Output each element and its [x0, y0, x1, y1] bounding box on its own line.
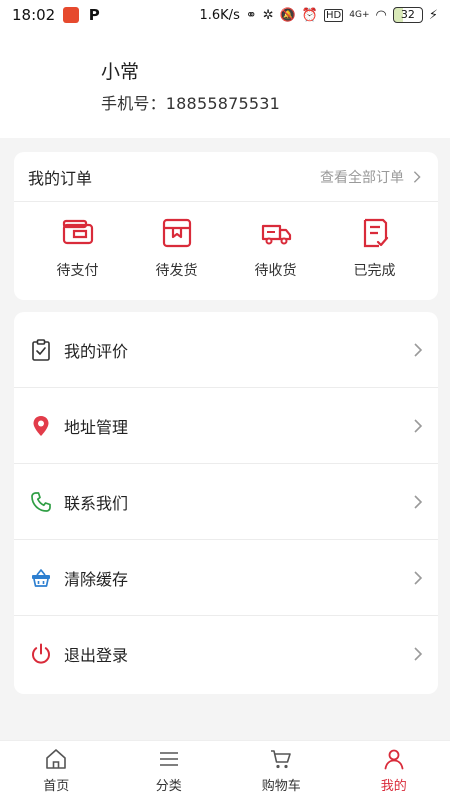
profile-name: 小常 [101, 61, 140, 83]
truck-icon [261, 224, 291, 245]
view-all-orders-label: 查看全部订单 [320, 169, 404, 186]
wallet-icon [62, 219, 93, 245]
status-right: 1.6K/s ⚭ ✲ 🔕 ⏰ HD 4G+ ◠ 32 ⚡ [199, 7, 438, 23]
signal-icon: 4G+ [349, 10, 370, 20]
order-completed[interactable]: 已完成 [333, 216, 417, 280]
menu-item-label: 退出登录 [64, 646, 129, 665]
menu-item-label: 联系我们 [64, 493, 129, 513]
orders-card: 我的订单 查看全部订单 待支付 待发货 待收货 已完成 [14, 152, 438, 300]
tab-category[interactable]: 分类 [113, 741, 226, 800]
chevron-right-icon [414, 494, 423, 509]
profile-phone: 手机号：18855875531 [101, 94, 280, 113]
orders-header: 我的订单 查看全部订单 [14, 152, 438, 202]
chevron-right-icon [414, 418, 423, 433]
hd-icon: HD [324, 8, 344, 22]
basket-icon [32, 568, 50, 587]
menu-item-label: 地址管理 [64, 417, 129, 437]
status-left: 18:02 P [12, 6, 101, 24]
order-pending-receipt[interactable]: 待收货 [234, 216, 318, 280]
menu-item-clear-cache[interactable]: 清除缓存 [14, 540, 438, 616]
orders-grid: 待支付 待发货 待收货 已完成 [14, 202, 438, 280]
menu-item-contact-us[interactable]: 联系我们 [14, 464, 438, 540]
order-completed-label: 已完成 [353, 263, 396, 279]
menu-item-logout[interactable]: 退出登录 [14, 616, 438, 692]
document-check-icon [363, 218, 388, 248]
phone-icon [31, 491, 51, 512]
menu-item-address[interactable]: 地址管理 [14, 388, 438, 464]
tab-label: 分类 [155, 779, 182, 794]
chevron-right-icon [414, 647, 423, 661]
settings-menu: 我的评价 地址管理 联系我们 清除缓存 退出登录 [14, 312, 438, 694]
bluetooth-icon: ✲ [262, 7, 274, 23]
chevron-right-icon [414, 342, 423, 357]
tab-label: 我的 [380, 779, 407, 794]
parking-app-icon: P [88, 6, 100, 24]
home-icon [46, 749, 67, 769]
chevron-right-icon [413, 170, 421, 183]
status-bar: 18:02 P 1.6K/s ⚭ ✲ 🔕 ⏰ HD 4G+ ◠ 32 ⚡ [0, 0, 450, 30]
cart-icon [271, 750, 292, 769]
clipboard-check-icon [32, 338, 50, 361]
tab-label: 购物车 [261, 779, 301, 794]
menu-item-label: 清除缓存 [64, 569, 129, 589]
package-icon [162, 218, 191, 248]
power-icon [32, 643, 50, 664]
wifi-icon: ◠ [375, 7, 387, 23]
tab-cart[interactable]: 购物车 [225, 741, 338, 800]
user-icon [384, 749, 404, 770]
menu-item-my-reviews[interactable]: 我的评价 [14, 312, 438, 388]
order-pending-payment[interactable]: 待支付 [36, 216, 120, 280]
status-time: 18:02 [12, 6, 56, 24]
mute-bell-icon: 🔕 [279, 7, 296, 23]
location-pin-icon [33, 415, 49, 436]
battery-icon: 32 [392, 7, 423, 23]
list-icon [159, 752, 178, 766]
order-pending-shipment[interactable]: 待发货 [135, 216, 219, 280]
chevron-right-icon [414, 570, 423, 585]
order-pending-receipt-label: 待收货 [254, 263, 297, 279]
menu-item-label: 我的评价 [64, 341, 129, 361]
alarm-icon: ⏰ [301, 7, 319, 23]
bottom-tab-bar: 首页 分类 购物车 我的 [0, 740, 450, 800]
link-icon: ⚭ [245, 7, 257, 23]
order-pending-payment-label: 待支付 [56, 263, 99, 279]
charging-icon: ⚡ [428, 7, 438, 23]
orders-title: 我的订单 [28, 168, 93, 188]
tab-mine[interactable]: 我的 [338, 741, 450, 800]
order-pending-shipment-label: 待发货 [155, 263, 198, 279]
profile-header: 小常 手机号：18855875531 [0, 30, 450, 138]
profile-page: 18:02 P 1.6K/s ⚭ ✲ 🔕 ⏰ HD 4G+ ◠ 32 ⚡ 小常 … [0, 0, 450, 800]
notification-app-icon [63, 7, 80, 23]
view-all-orders-link[interactable]: 查看全部订单 [320, 167, 424, 187]
tab-home[interactable]: 首页 [0, 741, 113, 800]
net-speed: 1.6K/s [199, 7, 240, 23]
tab-label: 首页 [43, 779, 70, 794]
